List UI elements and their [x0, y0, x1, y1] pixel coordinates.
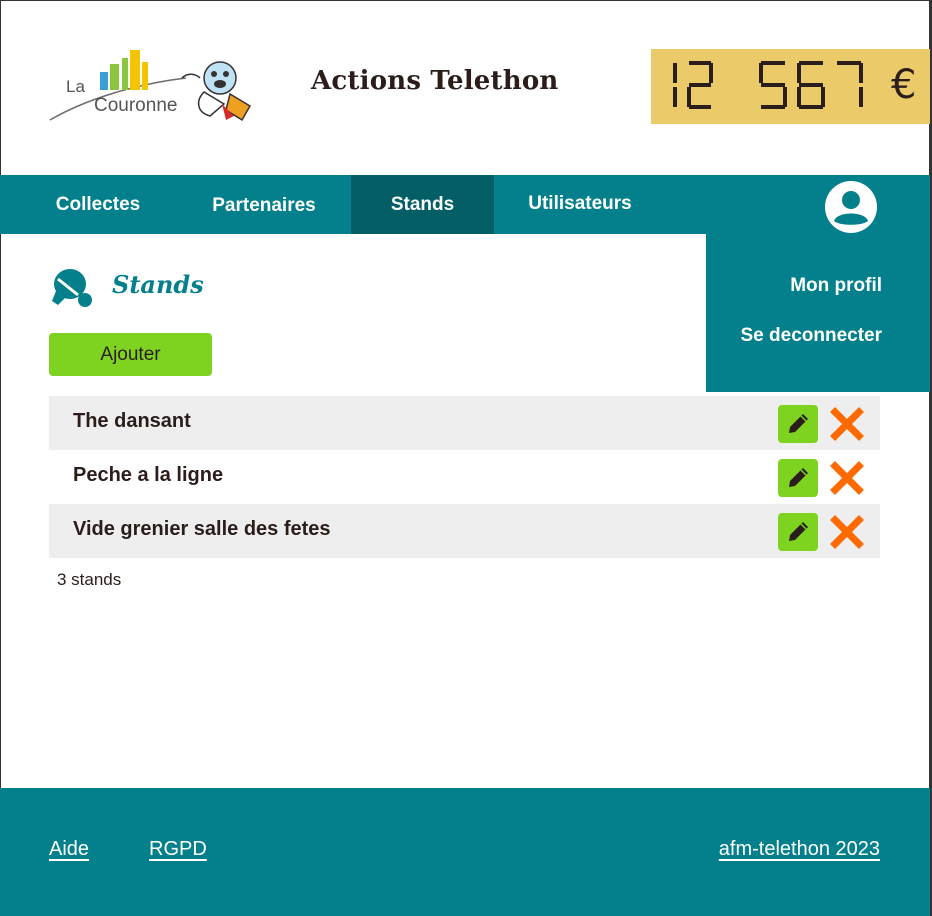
counter-value-display	[673, 61, 863, 109]
stand-name: The dansant	[73, 410, 191, 432]
delete-button[interactable]	[828, 459, 866, 497]
logo: La Couronne	[46, 44, 256, 128]
list-item: The dansant	[49, 396, 880, 450]
counter-currency: €	[891, 62, 917, 108]
menu-item-mon-profil[interactable]: Mon profil	[790, 275, 882, 297]
footer-copyright-link[interactable]: afm-telethon 2023	[719, 838, 880, 861]
stand-name: Peche a la ligne	[73, 464, 224, 486]
user-circle-icon[interactable]	[825, 181, 877, 233]
app-title: Actions Telethon	[311, 66, 559, 96]
ping-pong-icon	[52, 269, 92, 307]
delete-button[interactable]	[828, 513, 866, 551]
main-nav: Collectes Partenaires Stands Utilisateur…	[0, 175, 930, 234]
footer-link-aide[interactable]: Aide	[49, 838, 89, 861]
add-stand-button[interactable]: Ajouter	[49, 333, 212, 376]
close-icon	[830, 461, 864, 495]
delete-button[interactable]	[828, 405, 866, 443]
edit-button[interactable]	[778, 459, 818, 497]
footer-link-rgpd[interactable]: RGPD	[149, 838, 207, 861]
nav-item-collectes[interactable]: Collectes	[32, 175, 164, 234]
pencil-icon	[789, 468, 808, 487]
edit-button[interactable]	[778, 405, 818, 443]
logo-text-couronne: Couronne	[94, 95, 177, 116]
nav-item-partenaires[interactable]: Partenaires	[194, 176, 334, 235]
pencil-icon	[789, 414, 808, 433]
footer: Aide RGPD afm-telethon 2023	[0, 788, 930, 916]
profile-dropdown: Mon profil Se deconnecter	[706, 234, 930, 392]
menu-item-se-deconnecter[interactable]: Se deconnecter	[741, 325, 883, 347]
nav-item-stands[interactable]: Stands	[351, 175, 494, 234]
list-item: Vide grenier salle des fetes	[49, 504, 880, 558]
page-title: Stands	[112, 270, 204, 299]
list-item: Peche a la ligne	[49, 450, 880, 504]
donation-counter: €	[651, 49, 930, 124]
pencil-icon	[789, 522, 808, 541]
stands-list: The dansant Peche a la ligne Vide grenie…	[49, 396, 880, 558]
stand-name: Vide grenier salle des fetes	[73, 518, 331, 540]
close-icon	[830, 515, 864, 549]
close-icon	[830, 407, 864, 441]
stands-count: 3 stands	[57, 570, 122, 589]
nav-item-utilisateurs[interactable]: Utilisateurs	[510, 174, 650, 233]
logo-text-la: La	[66, 77, 85, 96]
edit-button[interactable]	[778, 513, 818, 551]
